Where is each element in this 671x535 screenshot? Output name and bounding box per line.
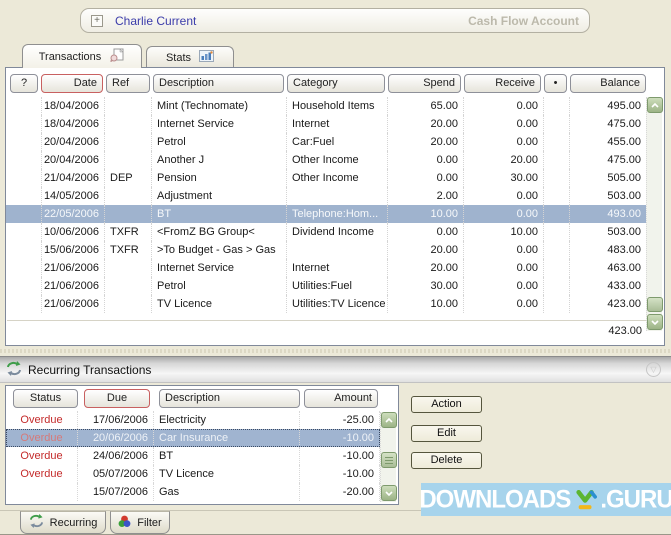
recurring-list: Overdue 17/06/2006 Electricity -25.00 Overd… bbox=[6, 411, 380, 501]
tab-filter-label: Filter bbox=[137, 516, 162, 529]
tab-stats[interactable]: Stats bbox=[146, 46, 234, 68]
filter-tab-icon bbox=[118, 515, 131, 531]
rec-scroll-thumb[interactable] bbox=[381, 452, 397, 468]
recurring-panel: Status Due Description Amount Overdue 17/… bbox=[5, 385, 399, 505]
recurring-row[interactable]: Overdue 05/07/2006 TV Licence -10.00 bbox=[6, 465, 380, 483]
description-column-button[interactable]: Description bbox=[153, 74, 284, 93]
tab-recurring-label: Recurring bbox=[49, 516, 98, 529]
date-column-button[interactable]: Date bbox=[41, 74, 103, 93]
transaction-row[interactable]: 21/06/2006 TV Licence Utilities:TV Licence… bbox=[6, 295, 647, 313]
rec-description-column-button[interactable]: Description bbox=[159, 389, 300, 408]
spend-column-button[interactable]: Spend bbox=[388, 74, 461, 93]
rec-scroll-down-button[interactable] bbox=[381, 485, 397, 501]
transaction-row[interactable]: 21/06/2006 Petrol Utilities:Fuel 30.00 0.00 4… bbox=[6, 277, 647, 295]
transactions-register-icon bbox=[109, 48, 125, 65]
recurring-row[interactable]: Overdue 17/06/2006 Electricity -25.00 bbox=[6, 411, 380, 429]
amount-column-button[interactable]: Amount bbox=[304, 389, 378, 408]
reconciled-column-button[interactable]: • bbox=[544, 74, 567, 93]
action-button[interactable]: Action bbox=[411, 396, 482, 413]
transaction-row[interactable]: 15/06/2006 TXFR >To Budget - Gas > Gas 20.0… bbox=[6, 241, 647, 259]
account-name: Charlie Current bbox=[115, 13, 197, 28]
recurring-icon bbox=[6, 360, 22, 379]
scroll-thumb[interactable] bbox=[647, 297, 663, 312]
rec-scroll-up-button[interactable] bbox=[381, 412, 397, 428]
due-column-button[interactable]: Due bbox=[84, 389, 150, 408]
stats-chart-icon bbox=[199, 50, 215, 65]
account-selector-bar[interactable]: + Charlie Current Cash Flow Account bbox=[80, 8, 590, 33]
transaction-row[interactable]: 10/06/2006 TXFR <FromZ BG Group< Dividend I… bbox=[6, 223, 647, 241]
recurring-row[interactable]: 15/07/2006 Gas -20.00 bbox=[6, 483, 380, 501]
transaction-row[interactable]: 20/04/2006 Another J Other Income 0.00 20.00… bbox=[6, 151, 647, 169]
edit-button[interactable]: Edit bbox=[411, 425, 482, 442]
collapse-section-button[interactable]: ▽ bbox=[646, 362, 661, 377]
recurring-scrollbar[interactable] bbox=[380, 412, 397, 502]
scroll-down-button[interactable] bbox=[647, 314, 663, 330]
balance-column-button[interactable]: Balance bbox=[570, 74, 646, 93]
total-separator bbox=[7, 320, 663, 321]
status-column-button[interactable]: Status bbox=[13, 389, 78, 408]
tab-stats-label: Stats bbox=[165, 51, 192, 64]
receive-column-button[interactable]: Receive bbox=[464, 74, 541, 93]
balance-total: 423.00 bbox=[608, 325, 642, 337]
transaction-row[interactable]: 21/04/2006 DEP Pension Other Income 0.00 30.0… bbox=[6, 169, 647, 187]
account-type-label: Cash Flow Account bbox=[468, 13, 579, 28]
recurring-row[interactable]: Overdue 24/06/2006 BT -10.00 bbox=[6, 447, 380, 465]
delete-button[interactable]: Delete bbox=[411, 452, 482, 469]
transactions-scrollbar[interactable] bbox=[646, 97, 663, 331]
watermark-arrow-icon bbox=[575, 489, 598, 514]
transactions-panel: ? Date Ref Description Category Spend Re… bbox=[5, 67, 665, 346]
transaction-row[interactable]: 20/04/2006 Petrol Car:Fuel 20.00 0.00 455.00 bbox=[6, 133, 647, 151]
recurring-section-header: Recurring Transactions ▽ bbox=[0, 356, 671, 383]
scroll-up-button[interactable] bbox=[647, 97, 663, 113]
transaction-row[interactable]: 14/05/2006 Adjustment 2.00 0.00 503.00 bbox=[6, 187, 647, 205]
downloads-guru-watermark: DOWNLOADS .GURU bbox=[419, 483, 671, 516]
panel-splitter[interactable] bbox=[0, 349, 671, 353]
ref-column-button[interactable]: Ref bbox=[106, 74, 150, 93]
expand-plus-icon[interactable]: + bbox=[91, 14, 103, 27]
recurring-row-selected[interactable]: Overdue 20/06/2006 Car Insurance -10.00 bbox=[6, 429, 380, 447]
tab-transactions-label: Transactions bbox=[38, 50, 102, 63]
tab-filter[interactable]: Filter bbox=[110, 511, 170, 534]
app-window: + Charlie Current Cash Flow Account Tran… bbox=[0, 0, 671, 535]
tab-recurring[interactable]: Recurring bbox=[20, 511, 106, 534]
transaction-row-selected[interactable]: 22/05/2006 BT Telephone:Hom... 10.00 0.00 493… bbox=[6, 205, 647, 223]
category-column-button[interactable]: Category bbox=[287, 74, 385, 93]
watermark-text-left: DOWNLOADS bbox=[419, 484, 571, 514]
transaction-row[interactable]: 18/04/2006 Mint (Technomate) Household Ite… bbox=[6, 97, 647, 115]
recurring-tab-icon bbox=[29, 514, 44, 531]
help-column-button[interactable]: ? bbox=[10, 74, 38, 93]
transaction-row[interactable]: 18/04/2006 Internet Service Internet 20.00 0… bbox=[6, 115, 647, 133]
transactions-list: 18/04/2006 Mint (Technomate) Household Ite… bbox=[6, 97, 647, 313]
tab-transactions[interactable]: Transactions bbox=[22, 44, 142, 68]
recurring-section-title: Recurring Transactions bbox=[28, 362, 152, 377]
watermark-text-right: .GURU bbox=[600, 484, 671, 514]
transaction-row[interactable]: 21/06/2006 Internet Service Internet 20.00 0… bbox=[6, 259, 647, 277]
